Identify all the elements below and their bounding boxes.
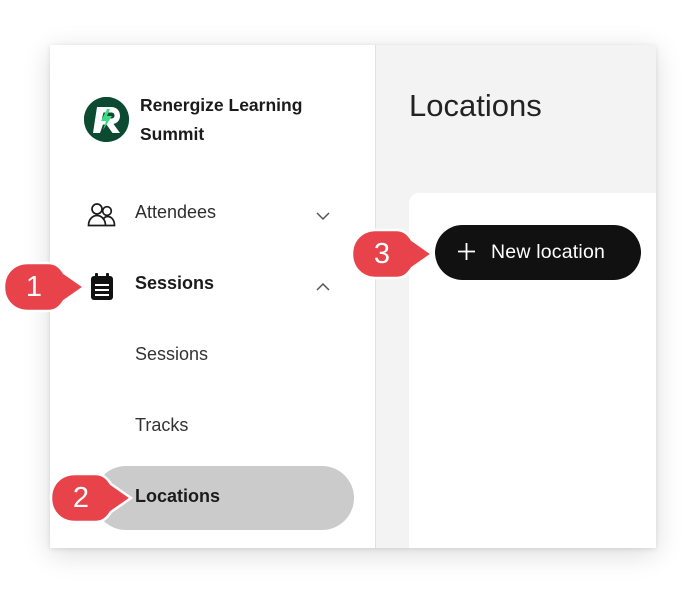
sidebar-subitem-label: Locations [135, 486, 221, 506]
new-location-button[interactable]: New location [435, 225, 641, 280]
sidebar-item-label: Sessions [135, 273, 215, 293]
new-location-label: New location [491, 241, 606, 263]
sidebar-item-attendees[interactable]: Attendees [50, 191, 375, 237]
sidebar-item-label: Attendees [135, 202, 217, 222]
callout-number: 2 [72, 482, 90, 514]
callout-badge: 3 [350, 228, 434, 280]
chevron-down-icon[interactable] [316, 208, 330, 221]
people-icon [86, 201, 118, 231]
callout-badge: 2 [49, 472, 133, 524]
app-name: Renergize Learning Summit [140, 95, 303, 144]
active-indicator [94, 466, 354, 530]
sidebar-subitem-label: Sessions [135, 344, 209, 364]
main-content: Locations New location [376, 45, 656, 548]
chevron-up-icon[interactable] [316, 279, 330, 291]
sidebar-subitem-label: Tracks [135, 415, 189, 435]
sidebar-subitem-sessions[interactable]: Sessions [50, 333, 375, 379]
plus-icon [457, 242, 476, 261]
callout-number: 1 [25, 271, 43, 303]
app-window: Renergize Learning Summit Attendees Sess… [50, 45, 656, 548]
sidebar-item-sessions[interactable]: Sessions [50, 262, 375, 308]
calendar-icon [86, 272, 118, 302]
callout-badge: 1 [2, 261, 86, 313]
callout-number: 3 [373, 238, 391, 270]
sidebar-subitem-tracks[interactable]: Tracks [50, 404, 375, 450]
page-title: Locations [409, 88, 542, 123]
logo-icon [84, 97, 129, 142]
